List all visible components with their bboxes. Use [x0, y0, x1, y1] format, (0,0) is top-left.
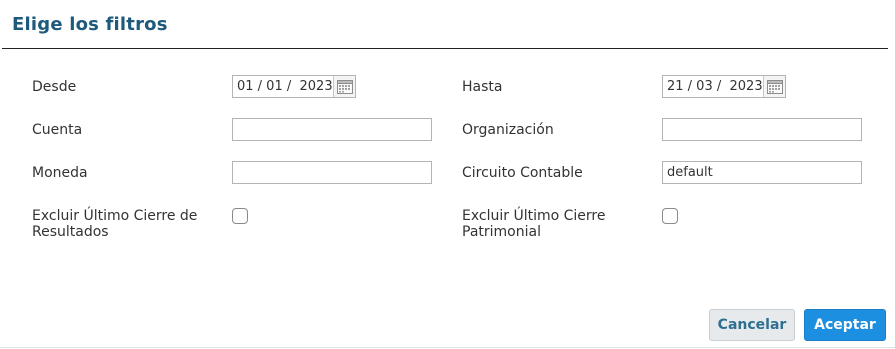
- moneda-input[interactable]: [232, 161, 432, 184]
- excluir-resultados-label-line2: Resultados: [32, 224, 109, 240]
- excluir-patrimonial-label-line1: Excluir Último Cierre: [462, 208, 606, 224]
- hasta-label: Hasta: [462, 79, 503, 95]
- circuito-contable-input[interactable]: [662, 161, 862, 184]
- excluir-patrimonial-checkbox[interactable]: [662, 208, 678, 224]
- desde-date-value: 01 / 01 / 2023: [237, 79, 333, 94]
- excluir-resultados-checkbox[interactable]: [232, 208, 248, 224]
- bottom-divider: [0, 347, 895, 348]
- hasta-date-value: 21 / 03 / 2023: [667, 79, 763, 94]
- excluir-patrimonial-label: Excluir Último Cierre Patrimonial: [462, 208, 605, 240]
- excluir-resultados-label: Excluir Último Cierre de Resultados: [32, 208, 197, 240]
- excluir-resultados-label-line1: Excluir Último Cierre de: [32, 208, 198, 224]
- cuenta-input[interactable]: [232, 118, 432, 141]
- moneda-label: Moneda: [32, 165, 88, 181]
- calendar-icon[interactable]: [763, 76, 785, 97]
- cancel-button[interactable]: Cancelar: [709, 309, 795, 341]
- organizacion-input[interactable]: [662, 118, 862, 141]
- title-divider: [2, 48, 888, 49]
- cuenta-label: Cuenta: [32, 122, 83, 138]
- circuito-contable-label: Circuito Contable: [462, 165, 583, 181]
- dialog-title: Elige los filtros: [12, 14, 168, 35]
- desde-date-field[interactable]: 01 / 01 / 2023: [232, 75, 356, 98]
- calendar-icon[interactable]: [333, 76, 355, 97]
- accept-button[interactable]: Aceptar: [804, 309, 886, 341]
- filter-dialog: Elige los filtros Desde 01 / 01 / 2023 H…: [0, 0, 895, 349]
- excluir-patrimonial-label-line2: Patrimonial: [462, 224, 541, 240]
- hasta-date-field[interactable]: 21 / 03 / 2023: [662, 75, 786, 98]
- organizacion-label: Organización: [462, 122, 554, 138]
- desde-label: Desde: [32, 79, 77, 95]
